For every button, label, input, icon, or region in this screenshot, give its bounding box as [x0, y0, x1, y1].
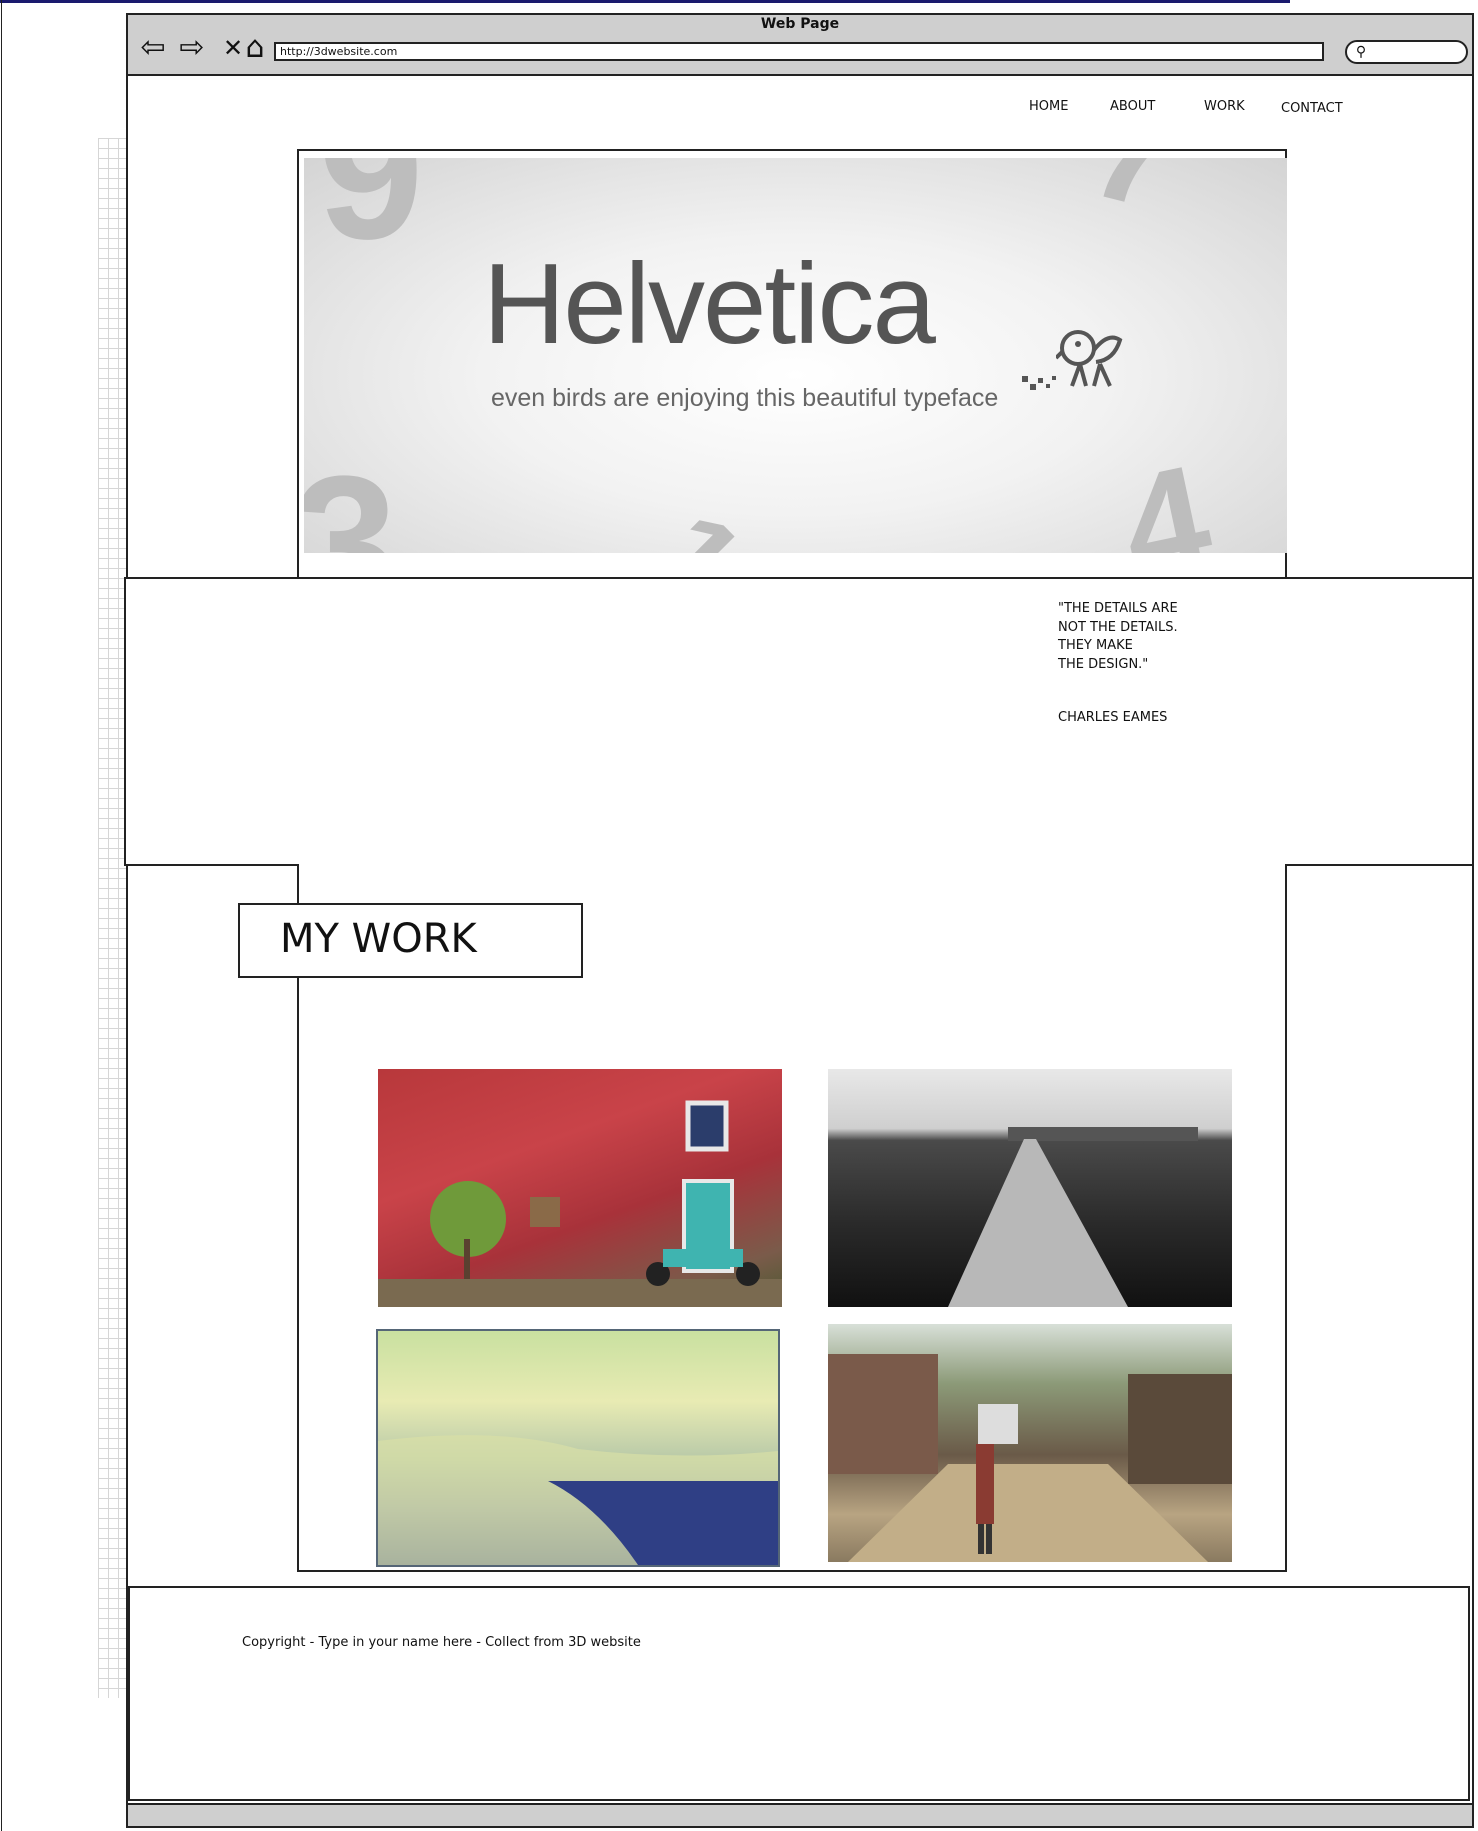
hero-background-number: 3 — [304, 437, 398, 553]
back-arrow-icon[interactable]: ⇦ — [136, 30, 170, 66]
browser-status-bar — [126, 1803, 1474, 1828]
grid-guide — [98, 138, 126, 1698]
page-top-border — [0, 0, 1290, 3]
nav-about-link[interactable]: ABOUT — [1110, 97, 1155, 117]
hero-background-number: 4 — [1107, 432, 1224, 553]
red-wall-illustration — [378, 1100, 782, 1307]
pixel-dots-decoration — [1022, 376, 1056, 390]
hero-background-number: 7 — [1075, 158, 1197, 243]
work-image-beach[interactable] — [376, 1329, 780, 1567]
street-illustration — [828, 1354, 1232, 1562]
bird-icon — [1056, 330, 1123, 387]
nav-work-link[interactable]: WORK — [1204, 97, 1245, 117]
hero-banner-image: 9 3 7 4 1 Helvetica even birds are enjoy… — [304, 158, 1287, 553]
quote-author: CHARLES EAMES — [1058, 710, 1168, 725]
address-bar[interactable]: http://3dwebsite.com — [274, 42, 1324, 61]
hero-title: Helvetica — [483, 241, 936, 368]
footer-copyright: Copyright - Type in your name here - Col… — [242, 1635, 641, 1650]
nav-contact-link[interactable]: CONTACT — [1281, 99, 1343, 119]
window-title: Web Page — [760, 16, 840, 32]
hero-background-number: 9 — [318, 158, 424, 279]
home-icon[interactable]: ⌂ — [238, 30, 272, 66]
quote-text: "THE DETAILS ARE NOT THE DETAILS. THEY M… — [1058, 601, 1178, 672]
hero-subtitle: even birds are enjoying this beautiful t… — [491, 384, 999, 412]
forward-arrow-icon[interactable]: ⇨ — [175, 30, 209, 66]
work-image-red-wall[interactable] — [378, 1069, 782, 1307]
work-image-street[interactable] — [828, 1324, 1232, 1562]
beach-illustration — [378, 1435, 778, 1565]
field-path-illustration — [948, 1127, 1198, 1307]
work-image-field-path[interactable] — [828, 1069, 1232, 1307]
search-icon[interactable]: ⚲ — [1352, 43, 1370, 61]
page-left-border — [1, 0, 2, 1831]
nav-home-link[interactable]: HOME — [1029, 97, 1068, 117]
hero-background-number: 1 — [626, 487, 768, 553]
work-heading: MY WORK — [280, 916, 477, 962]
footer — [128, 1586, 1470, 1801]
